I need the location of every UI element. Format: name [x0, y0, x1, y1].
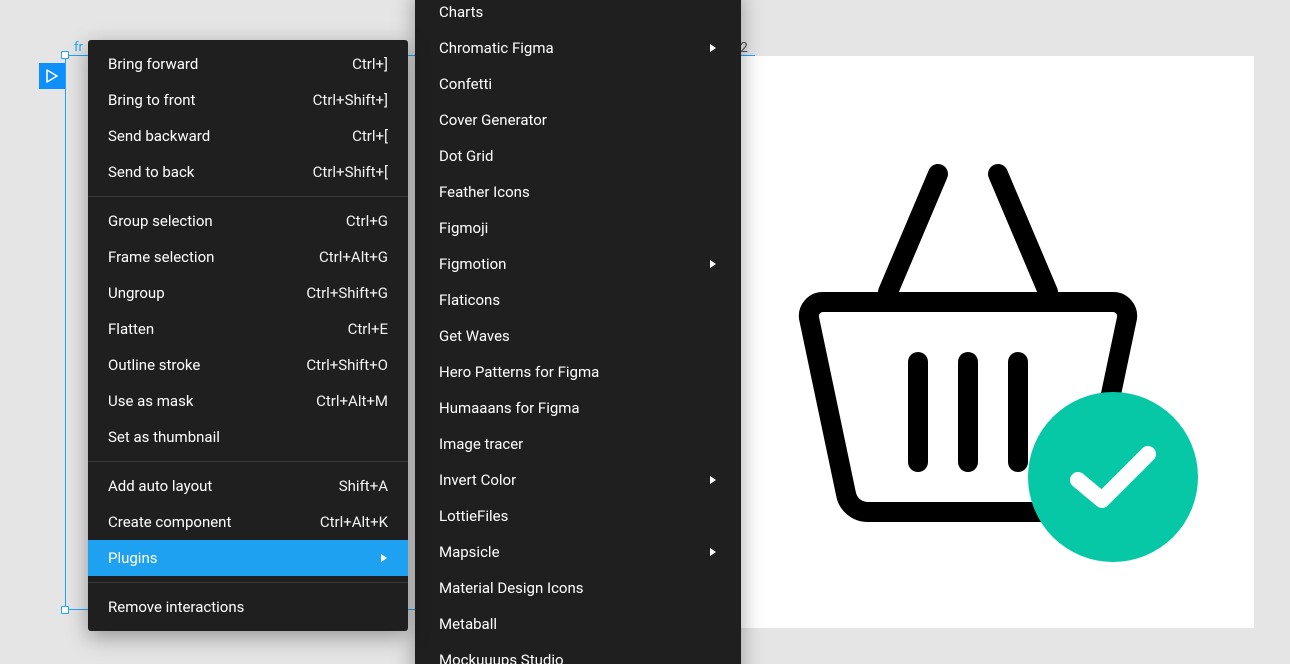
plugin-item-label: Image tracer [439, 435, 523, 453]
plugin-item-mapsicle[interactable]: Mapsicle [415, 534, 741, 570]
menu-item-shortcut: Shift+A [339, 477, 388, 495]
menu-item-plugins[interactable]: Plugins [88, 540, 408, 576]
artboard-title[interactable]: 2 [740, 40, 748, 56]
menu-item-create-component[interactable]: Create component Ctrl+Alt+K [88, 504, 408, 540]
menu-separator [88, 196, 408, 197]
plugin-item-confetti[interactable]: Confetti [415, 66, 741, 102]
menu-item-shortcut: Ctrl+Alt+M [316, 392, 388, 410]
chevron-right-icon [380, 553, 388, 563]
plugin-item-label: Figmotion [439, 255, 506, 273]
menu-item-frame-selection[interactable]: Frame selection Ctrl+Alt+G [88, 239, 408, 275]
plugin-item-label: Mockuuups Studio [439, 651, 564, 664]
basket-check-icon [768, 152, 1168, 532]
plugin-item-label: Chromatic Figma [439, 39, 554, 57]
menu-separator [88, 582, 408, 583]
menu-item-set-as-thumbnail[interactable]: Set as thumbnail [88, 419, 408, 455]
plugin-item-flaticons[interactable]: Flaticons [415, 282, 741, 318]
chevron-right-icon [709, 475, 717, 485]
plugin-item-label: LottieFiles [439, 507, 508, 525]
menu-item-shortcut: Ctrl+Shift+] [313, 91, 388, 109]
plugin-item-humaaans[interactable]: Humaaans for Figma [415, 390, 741, 426]
plugin-item-hero-patterns[interactable]: Hero Patterns for Figma [415, 354, 741, 390]
plugin-item-label: Dot Grid [439, 147, 493, 165]
prototype-play-icon[interactable] [39, 63, 65, 89]
selection-handle-tl[interactable] [61, 51, 69, 59]
menu-item-label: Set as thumbnail [108, 428, 220, 446]
menu-item-shortcut: Ctrl+Alt+G [319, 248, 388, 266]
context-menu: Bring forward Ctrl+] Bring to front Ctrl+Sh… [88, 40, 408, 631]
plugin-item-material-icons[interactable]: Material Design Icons [415, 570, 741, 606]
menu-item-label: Create component [108, 513, 231, 531]
plugin-item-mockuuups[interactable]: Mockuuups Studio [415, 642, 741, 664]
menu-item-shortcut: Ctrl+Shift+O [306, 356, 388, 374]
checkmark-badge-icon [1028, 392, 1198, 562]
menu-item-send-backward[interactable]: Send backward Ctrl+[ [88, 118, 408, 154]
menu-item-send-to-back[interactable]: Send to back Ctrl+Shift+[ [88, 154, 408, 190]
menu-item-label: Outline stroke [108, 356, 200, 374]
menu-item-flatten[interactable]: Flatten Ctrl+E [88, 311, 408, 347]
chevron-right-icon [709, 43, 717, 53]
plugin-item-label: Charts [439, 3, 483, 21]
menu-item-shortcut: Ctrl+Alt+K [320, 513, 388, 531]
menu-item-label: Send to back [108, 163, 194, 181]
menu-item-label: Add auto layout [108, 477, 212, 495]
menu-item-shortcut: Ctrl+Shift+[ [313, 163, 388, 181]
menu-item-bring-forward[interactable]: Bring forward Ctrl+] [88, 46, 408, 82]
plugin-item-chromatic-figma[interactable]: Chromatic Figma [415, 30, 741, 66]
plugin-item-invert-color[interactable]: Invert Color [415, 462, 741, 498]
plugin-item-dot-grid[interactable]: Dot Grid [415, 138, 741, 174]
menu-item-shortcut: Ctrl+] [352, 55, 388, 73]
chevron-right-icon [709, 547, 717, 557]
plugin-item-label: Confetti [439, 75, 492, 93]
menu-item-group-selection[interactable]: Group selection Ctrl+G [88, 203, 408, 239]
plugin-item-label: Mapsicle [439, 543, 500, 561]
plugin-item-figmoji[interactable]: Figmoji [415, 210, 741, 246]
plugin-item-feather-icons[interactable]: Feather Icons [415, 174, 741, 210]
frame-title[interactable]: fr [74, 40, 83, 55]
menu-item-shortcut: Ctrl+E [348, 320, 388, 338]
plugin-item-cover-generator[interactable]: Cover Generator [415, 102, 741, 138]
chevron-right-icon [709, 259, 717, 269]
menu-item-label: Frame selection [108, 248, 214, 266]
menu-item-shortcut: Ctrl+G [346, 212, 388, 230]
plugin-item-label: Cover Generator [439, 111, 547, 129]
plugin-item-metaball[interactable]: Metaball [415, 606, 741, 642]
menu-item-label: Ungroup [108, 284, 165, 302]
plugin-item-label: Invert Color [439, 471, 516, 489]
plugin-item-label: Material Design Icons [439, 579, 584, 597]
plugin-item-label: Flaticons [439, 291, 500, 309]
plugin-item-figmotion[interactable]: Figmotion [415, 246, 741, 282]
plugin-item-get-waves[interactable]: Get Waves [415, 318, 741, 354]
plugin-item-label: Figmoji [439, 219, 488, 237]
menu-item-bring-to-front[interactable]: Bring to front Ctrl+Shift+] [88, 82, 408, 118]
plugin-item-label: Get Waves [439, 327, 510, 345]
menu-item-ungroup[interactable]: Ungroup Ctrl+Shift+G [88, 275, 408, 311]
menu-item-remove-interactions[interactable]: Remove interactions [88, 589, 408, 625]
plugin-item-label: Humaaans for Figma [439, 399, 580, 417]
menu-item-label: Bring forward [108, 55, 198, 73]
menu-item-label: Flatten [108, 320, 154, 338]
menu-item-label: Plugins [108, 549, 157, 567]
menu-item-label: Bring to front [108, 91, 195, 109]
plugin-item-label: Metaball [439, 615, 497, 633]
plugin-item-image-tracer[interactable]: Image tracer [415, 426, 741, 462]
plugin-item-lottiefiles[interactable]: LottieFiles [415, 498, 741, 534]
menu-item-add-auto-layout[interactable]: Add auto layout Shift+A [88, 468, 408, 504]
plugin-item-label: Hero Patterns for Figma [439, 363, 599, 381]
plugins-submenu: Charts Chromatic Figma Confetti Cover Gener… [415, 0, 741, 664]
figma-canvas: fr 2 ChartsChro [0, 0, 1290, 664]
plugin-item-charts[interactable]: Charts [415, 0, 741, 30]
menu-separator [88, 461, 408, 462]
plugin-item-label: Feather Icons [439, 183, 530, 201]
menu-item-shortcut: Ctrl+[ [352, 127, 388, 145]
menu-item-outline-stroke[interactable]: Outline stroke Ctrl+Shift+O [88, 347, 408, 383]
menu-item-use-as-mask[interactable]: Use as mask Ctrl+Alt+M [88, 383, 408, 419]
menu-item-label: Remove interactions [108, 598, 244, 616]
menu-item-label: Use as mask [108, 392, 193, 410]
menu-item-label: Group selection [108, 212, 213, 230]
artboard[interactable] [682, 56, 1254, 628]
menu-item-shortcut: Ctrl+Shift+G [306, 284, 388, 302]
menu-item-label: Send backward [108, 127, 210, 145]
selection-handle-bl[interactable] [61, 606, 69, 614]
